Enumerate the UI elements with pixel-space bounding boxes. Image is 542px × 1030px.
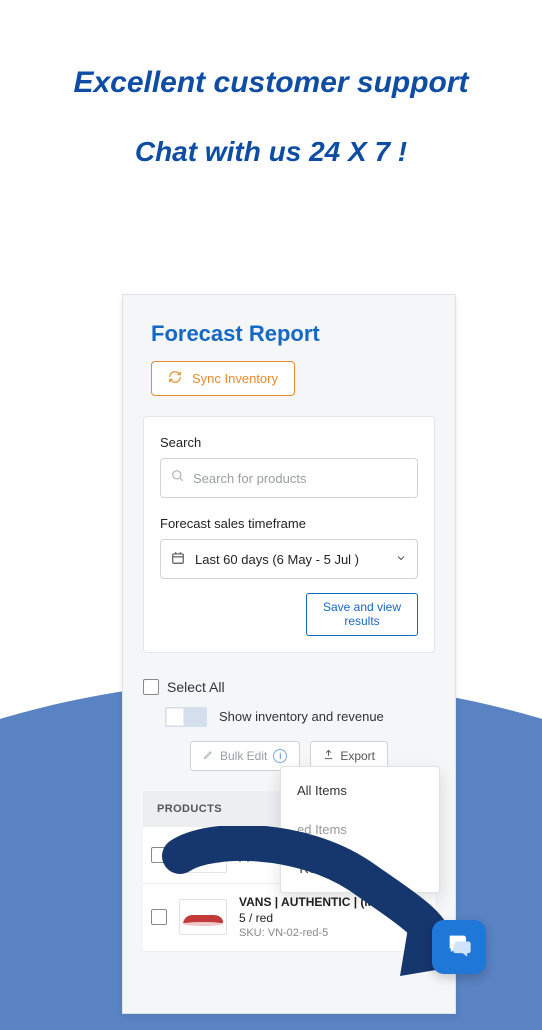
select-all-label: Select All xyxy=(167,679,225,695)
product-title-suffix: ) | xyxy=(239,848,250,862)
timeframe-label: Forecast sales timeframe xyxy=(160,516,418,531)
select-all-row[interactable]: Select All xyxy=(143,679,435,695)
toggle-label: Show inventory and revenue xyxy=(219,709,384,724)
info-icon: i xyxy=(273,749,287,763)
search-icon xyxy=(171,469,185,488)
toggle-row: Show inventory and revenue xyxy=(165,707,435,727)
dropdown-item-partial[interactable]: ed Items xyxy=(281,810,439,849)
product-text: ) | xyxy=(239,847,250,863)
product-text: VANS | AUTHENTIC | (M 5 / red SKU: VN-02… xyxy=(239,894,374,941)
pencil-icon xyxy=(203,749,214,763)
product-sku: SKU: VN-02-red-5 xyxy=(239,926,374,941)
app-window: Forecast Report Sync Inventory Search Fo… xyxy=(122,294,456,1014)
sync-icon xyxy=(168,370,182,387)
bulk-edit-label: Bulk Edit xyxy=(220,749,267,763)
export-label: Export xyxy=(340,749,375,763)
chat-widget-button[interactable] xyxy=(432,920,486,974)
dropdown-item-all[interactable]: All Items xyxy=(281,771,439,810)
select-all-checkbox[interactable] xyxy=(143,679,159,695)
timeframe-value: Last 60 days (6 May - 5 Jul ) xyxy=(195,552,359,567)
product-thumbnail xyxy=(179,837,227,873)
search-label: Search xyxy=(160,435,418,450)
product-thumbnail xyxy=(179,899,227,935)
export-dropdown[interactable]: All Items ed Items 'Reorder' xyxy=(280,766,440,893)
chevron-down-icon xyxy=(395,552,407,567)
sync-button-label: Sync Inventory xyxy=(192,371,278,386)
search-input[interactable] xyxy=(193,471,407,486)
filter-card: Search Forecast sales timeframe Last 60 … xyxy=(143,416,435,653)
product-variant: 5 / red xyxy=(239,910,374,926)
export-icon xyxy=(323,749,334,763)
row-checkbox[interactable] xyxy=(151,909,167,925)
toggle-knob xyxy=(166,708,184,726)
timeframe-select[interactable]: Last 60 days (6 May - 5 Jul ) xyxy=(160,539,418,579)
promo-headline: Excellent customer support xyxy=(0,66,542,100)
chat-icon xyxy=(445,931,473,964)
dropdown-item-reorder[interactable]: 'Reorder' xyxy=(281,849,439,888)
product-title: VANS | AUTHENTIC | (M xyxy=(239,894,374,910)
promo-subhead: Chat with us 24 X 7 ! xyxy=(0,136,542,168)
table-row[interactable]: VANS | AUTHENTIC | (M 5 / red SKU: VN-02… xyxy=(143,884,435,952)
search-box[interactable] xyxy=(160,458,418,498)
calendar-icon xyxy=(171,551,185,568)
sync-inventory-button[interactable]: Sync Inventory xyxy=(151,361,295,396)
save-view-results-button[interactable]: Save and view results xyxy=(306,593,418,636)
page-title: Forecast Report xyxy=(123,295,455,347)
row-checkbox[interactable] xyxy=(151,847,167,863)
inventory-revenue-toggle[interactable] xyxy=(165,707,207,727)
